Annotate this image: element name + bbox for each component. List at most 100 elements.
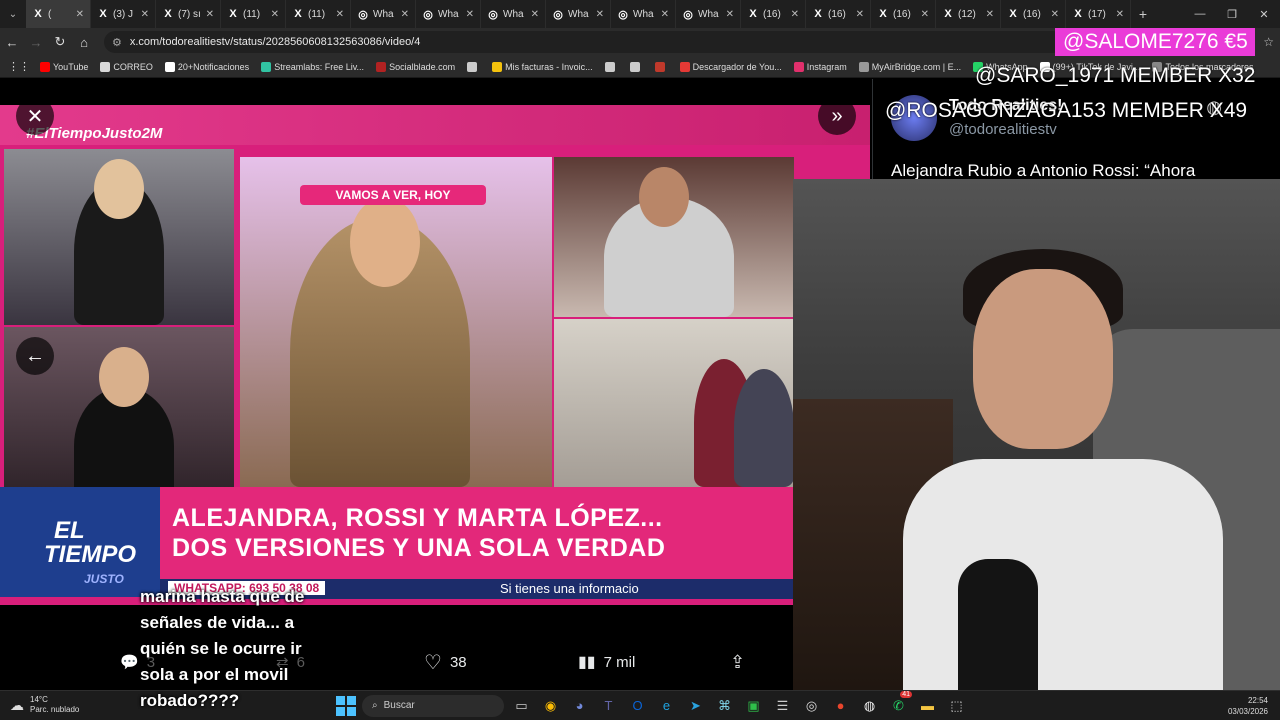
tab-close-icon[interactable]: ✕	[921, 9, 929, 20]
tab-close-icon[interactable]: ✕	[596, 9, 604, 20]
teams-icon[interactable]: T	[597, 694, 620, 717]
browser-tab[interactable]: X (16) ✕	[1001, 0, 1066, 28]
tab-close-icon[interactable]: ✕	[336, 9, 344, 20]
author-handle[interactable]: @todorealitiestv	[949, 121, 1057, 138]
like-count: 38	[449, 653, 467, 671]
minimize-icon[interactable]: —	[1184, 0, 1216, 28]
reload-icon[interactable]: ↻	[48, 34, 72, 50]
telegram-icon[interactable]: ➤	[684, 694, 707, 717]
obs-icon[interactable]: ◎	[800, 694, 823, 717]
task-view-icon[interactable]: ▭	[510, 694, 533, 717]
new-tab-button[interactable]: +	[1131, 6, 1155, 22]
browser-tab[interactable]: ◎ Wha ✕	[546, 0, 611, 28]
tab-close-icon[interactable]: ✕	[401, 9, 409, 20]
clock-date: 03/03/2026	[1227, 707, 1268, 716]
tab-close-icon[interactable]: ✕	[661, 9, 669, 20]
browser-tab[interactable]: X (16) ✕	[741, 0, 806, 28]
bookmark-item[interactable]: CORREO	[100, 61, 153, 72]
bookmark-favicon-icon	[654, 61, 665, 72]
folder-icon[interactable]: ▬	[916, 694, 939, 717]
previous-media-button[interactable]: ←	[16, 337, 54, 375]
bookmark-item[interactable]	[654, 61, 668, 72]
spotify-icon[interactable]: ☰	[771, 694, 794, 717]
browser-tab[interactable]: X (11) ✕	[286, 0, 351, 28]
browser-tab[interactable]: ◎ Wha ✕	[676, 0, 741, 28]
edge-icon[interactable]: e	[655, 694, 678, 717]
tab-favicon-icon: ◎	[358, 8, 368, 21]
tab-close-icon[interactable]: ✕	[141, 9, 149, 20]
close-viewer-button[interactable]: ✕	[16, 97, 54, 135]
maximize-icon[interactable]: ❐	[1216, 0, 1248, 28]
browser-tab[interactable]: X (11) ✕	[221, 0, 286, 28]
browser-tab[interactable]: ◎ Wha ✕	[611, 0, 676, 28]
collapse-sidebar-button[interactable]: »	[818, 97, 856, 135]
share-button[interactable]: ⇪	[730, 644, 745, 680]
outlook-icon[interactable]: O	[626, 694, 649, 717]
bookmark-favicon-icon	[604, 61, 615, 72]
whatsapp-icon[interactable]: ✆ 41	[887, 691, 912, 717]
tab-close-icon[interactable]: ✕	[531, 9, 539, 20]
tab-close-icon[interactable]: ✕	[856, 9, 864, 20]
browser-tab[interactable]: X (✕	[26, 0, 91, 28]
chrome-icon[interactable]: ◉	[539, 694, 562, 717]
network-icon[interactable]: ⌘	[713, 694, 736, 717]
forward-icon[interactable]: →	[24, 35, 48, 50]
bookmark-item[interactable]: MyAirBridge.com | E...	[858, 61, 961, 72]
app-icon[interactable]: ●	[829, 694, 852, 717]
browser-tab[interactable]: ◎ Wha ✕	[416, 0, 481, 28]
browser-tab[interactable]: X (16) ✕	[806, 0, 871, 28]
browser-tab[interactable]: X (16) ✕	[871, 0, 936, 28]
bookmark-item[interactable]: Descargador de You...	[679, 61, 782, 72]
tab-close-icon[interactable]: ✕	[791, 9, 799, 20]
tab-close-icon[interactable]: ✕	[466, 9, 474, 20]
tab-bar: ⌄ X (✕ X (3) J ✕ X (7) sı ✕ X (11) ✕ X (11) ✕ ◎ Wha ✕ ◎ Wh…	[0, 0, 1280, 28]
bookmark-label: Streamlabs: Free Liv...	[274, 61, 365, 72]
address-bar[interactable]: ⚙ x.com/todorealitiestv/status/202856060…	[104, 31, 1064, 53]
window-controls: — ❐ ✕	[1184, 0, 1280, 28]
browser-icon[interactable]: ◍	[858, 694, 881, 717]
tab-title: (	[48, 8, 52, 20]
home-icon[interactable]: ⌂	[72, 35, 96, 50]
browser-tab[interactable]: X (17) ✕	[1066, 0, 1131, 28]
tab-close-icon[interactable]: ✕	[986, 9, 994, 20]
weather-widget[interactable]: ☁ 14°C Parc. nublado	[10, 695, 79, 715]
bookmark-item[interactable]: Socialblade.com	[376, 61, 455, 72]
close-window-icon[interactable]: ✕	[1248, 0, 1280, 28]
bookmark-item[interactable]	[629, 61, 643, 72]
views-button[interactable]: ▮▮ 7 mil	[578, 644, 635, 680]
webcam-face	[973, 269, 1113, 449]
tab-close-icon[interactable]: ✕	[1116, 9, 1124, 20]
like-button[interactable]: ♡ 38	[424, 644, 467, 680]
taskbar-search[interactable]: ⌕ Buscar	[362, 694, 504, 717]
browser-tab[interactable]: X (3) J ✕	[91, 0, 156, 28]
bookmark-item[interactable]: 20+Notificaciones	[164, 61, 249, 72]
bookmark-item[interactable]	[467, 61, 480, 72]
tab-close-icon[interactable]: ✕	[206, 9, 214, 20]
bookmark-item[interactable]: Mis facturas - Invoic...	[492, 61, 593, 72]
browser-tab[interactable]: X (12) ✕	[936, 0, 1001, 28]
bookmark-star-icon[interactable]: ☆	[1263, 35, 1274, 49]
system-clock[interactable]: 22:54 03/03/2026	[1228, 695, 1268, 717]
tab-close-icon[interactable]: ✕	[271, 9, 279, 20]
tab-close-icon[interactable]: ✕	[726, 9, 734, 20]
video-player[interactable]: #ElTiempoJusto2M VAMOS A VER, HOY EL TIE…	[0, 105, 870, 605]
bookmark-item[interactable]: YouTube	[40, 61, 88, 72]
back-icon[interactable]: ←	[0, 35, 24, 50]
site-info-icon[interactable]: ⚙	[112, 36, 122, 49]
tab-close-icon[interactable]: ✕	[1051, 9, 1059, 20]
browser-tab[interactable]: X (7) sı ✕	[156, 0, 221, 28]
capture-icon[interactable]: ⬚	[945, 694, 968, 717]
bookmark-item[interactable]	[604, 61, 618, 72]
discord-icon[interactable]: ◕	[568, 694, 591, 717]
tab-search-icon[interactable]: ⌄	[0, 0, 26, 28]
tab-favicon-icon: ◎	[423, 8, 433, 21]
bookmark-item[interactable]: Streamlabs: Free Liv...	[261, 61, 365, 72]
tab-title: (16)	[763, 8, 781, 20]
bookmark-item[interactable]: Instagram	[793, 61, 847, 72]
browser-tab[interactable]: ◎ Wha ✕	[351, 0, 416, 28]
tab-close-icon[interactable]: ✕	[76, 9, 84, 20]
camtasia-icon[interactable]: ▣	[742, 694, 765, 717]
donation-alert: @SALOME7276 €5	[1055, 28, 1255, 56]
apps-icon[interactable]: ⋮⋮	[8, 60, 30, 73]
browser-tab[interactable]: ◎ Wha ✕	[481, 0, 546, 28]
